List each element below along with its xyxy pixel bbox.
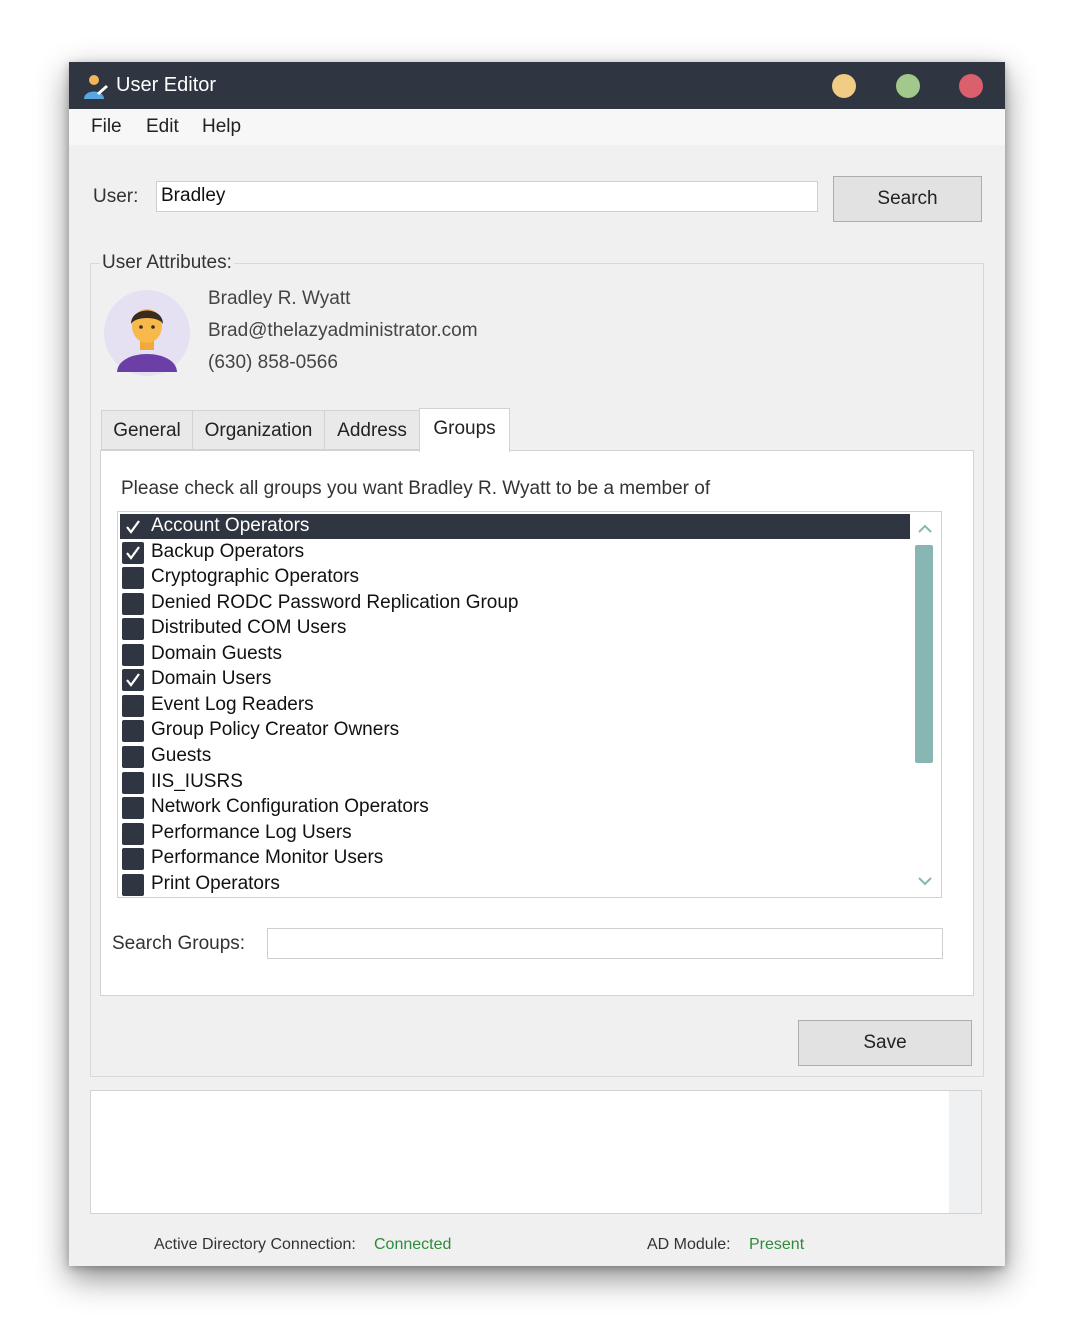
tab-address[interactable]: Address (324, 410, 420, 450)
menu-edit[interactable]: Edit (146, 116, 179, 138)
checkmark-icon (126, 520, 140, 534)
group-label: Domain Users (151, 668, 272, 690)
group-list-item[interactable]: IIS_IUSRS (120, 770, 910, 795)
group-list-item[interactable]: Denied RODC Password Replication Group (120, 591, 910, 616)
group-checkbox[interactable] (122, 771, 144, 794)
group-checkbox[interactable] (122, 618, 144, 641)
checkmark-icon (126, 545, 140, 560)
ad-connection-label: Active Directory Connection: (154, 1236, 356, 1253)
group-label: IIS_IUSRS (151, 770, 243, 792)
group-label: Event Log Readers (151, 693, 314, 715)
attribute-phone: (630) 858-0566 (208, 352, 338, 373)
tab-organization[interactable]: Organization (192, 410, 325, 450)
chevron-down-icon[interactable] (916, 872, 934, 890)
attribute-name: Bradley R. Wyatt (208, 288, 351, 309)
group-list-item[interactable]: Performance Monitor Users (120, 846, 910, 871)
group-list-item[interactable]: Cryptographic Operators (120, 565, 910, 590)
attribute-email: Brad@thelazyadministrator.com (208, 320, 478, 341)
group-checkbox[interactable] (122, 745, 144, 768)
group-list-item[interactable]: Group Policy Creator Owners (120, 718, 910, 743)
user-avatar-icon (104, 290, 190, 376)
group-label: Print Operators (151, 872, 280, 894)
user-editor-window: User Editor File Edit Help User: Bradley… (69, 62, 1005, 1266)
menu-help[interactable]: Help (202, 116, 241, 138)
search-groups-input[interactable] (267, 928, 943, 959)
group-label: Network Configuration Operators (151, 796, 429, 818)
group-label: Performance Log Users (151, 821, 352, 843)
group-checkbox[interactable] (122, 592, 144, 615)
group-checkbox[interactable] (122, 643, 144, 666)
scrollbar-thumb[interactable] (915, 545, 933, 763)
checkmark-icon (126, 673, 140, 688)
group-checkbox[interactable] (122, 694, 144, 717)
group-label: Denied RODC Password Replication Group (151, 591, 519, 613)
chevron-up-icon[interactable] (916, 520, 934, 538)
group-checkbox[interactable] (122, 720, 144, 743)
menu-file[interactable]: File (91, 116, 122, 138)
minimize-button[interactable] (832, 74, 856, 98)
tab-general[interactable]: General (101, 410, 193, 450)
ad-module-label: AD Module: (647, 1236, 731, 1253)
group-list-item[interactable]: Account Operators (120, 514, 910, 539)
title-bar: User Editor (69, 62, 1005, 109)
group-checkbox[interactable] (122, 669, 144, 692)
maximize-button[interactable] (896, 74, 920, 98)
group-checkbox[interactable] (122, 567, 144, 590)
group-label: Backup Operators (151, 540, 305, 562)
group-label: Distributed COM Users (151, 617, 347, 639)
menu-bar: File Edit Help (69, 109, 1005, 145)
group-label: Account Operators (151, 515, 310, 536)
user-attributes-title: User Attributes: (100, 252, 234, 274)
group-list-item[interactable]: Distributed COM Users (120, 616, 910, 641)
group-checkbox[interactable] (122, 848, 144, 871)
ad-connection-status: Connected (374, 1236, 452, 1253)
search-button[interactable]: Search (833, 176, 982, 222)
log-scrollbar[interactable] (949, 1091, 981, 1213)
group-checkbox[interactable] (122, 516, 144, 538)
group-checkbox[interactable] (122, 797, 144, 820)
group-list-item[interactable]: Performance Log Users (120, 821, 910, 846)
group-list-item[interactable]: Print Operators (120, 872, 910, 897)
groups-instruction: Please check all groups you want Bradley… (121, 478, 711, 499)
tab-groups[interactable]: Groups (419, 408, 510, 452)
search-groups-label: Search Groups: (112, 933, 246, 954)
user-editor-app-icon (84, 75, 108, 99)
ad-module-status: Present (749, 1236, 805, 1253)
group-list-item[interactable]: Domain Guests (120, 642, 910, 667)
group-list-item[interactable]: Event Log Readers (120, 693, 910, 718)
group-checkbox[interactable] (122, 822, 144, 845)
group-label: Guests (151, 744, 212, 766)
log-output-box[interactable] (90, 1090, 982, 1214)
group-checkbox[interactable] (122, 541, 144, 564)
group-label: Performance Monitor Users (151, 847, 384, 869)
group-list-item[interactable]: Domain Users (120, 667, 910, 692)
user-input[interactable]: Bradley (156, 181, 818, 212)
groups-checklist[interactable]: Account Operators Backup Operators Cryptog… (117, 511, 942, 898)
user-label: User: (93, 186, 139, 207)
close-button[interactable] (959, 74, 983, 98)
group-list-item[interactable]: Guests (120, 744, 910, 769)
group-list-item[interactable]: Network Configuration Operators (120, 795, 910, 820)
group-list-item[interactable]: Backup Operators (120, 540, 910, 565)
save-button[interactable]: Save (798, 1020, 972, 1066)
group-label: Domain Guests (151, 642, 282, 664)
group-label: Group Policy Creator Owners (151, 719, 400, 741)
group-checkbox[interactable] (122, 873, 144, 896)
group-label: Cryptographic Operators (151, 566, 360, 588)
window-title: User Editor (116, 74, 217, 96)
